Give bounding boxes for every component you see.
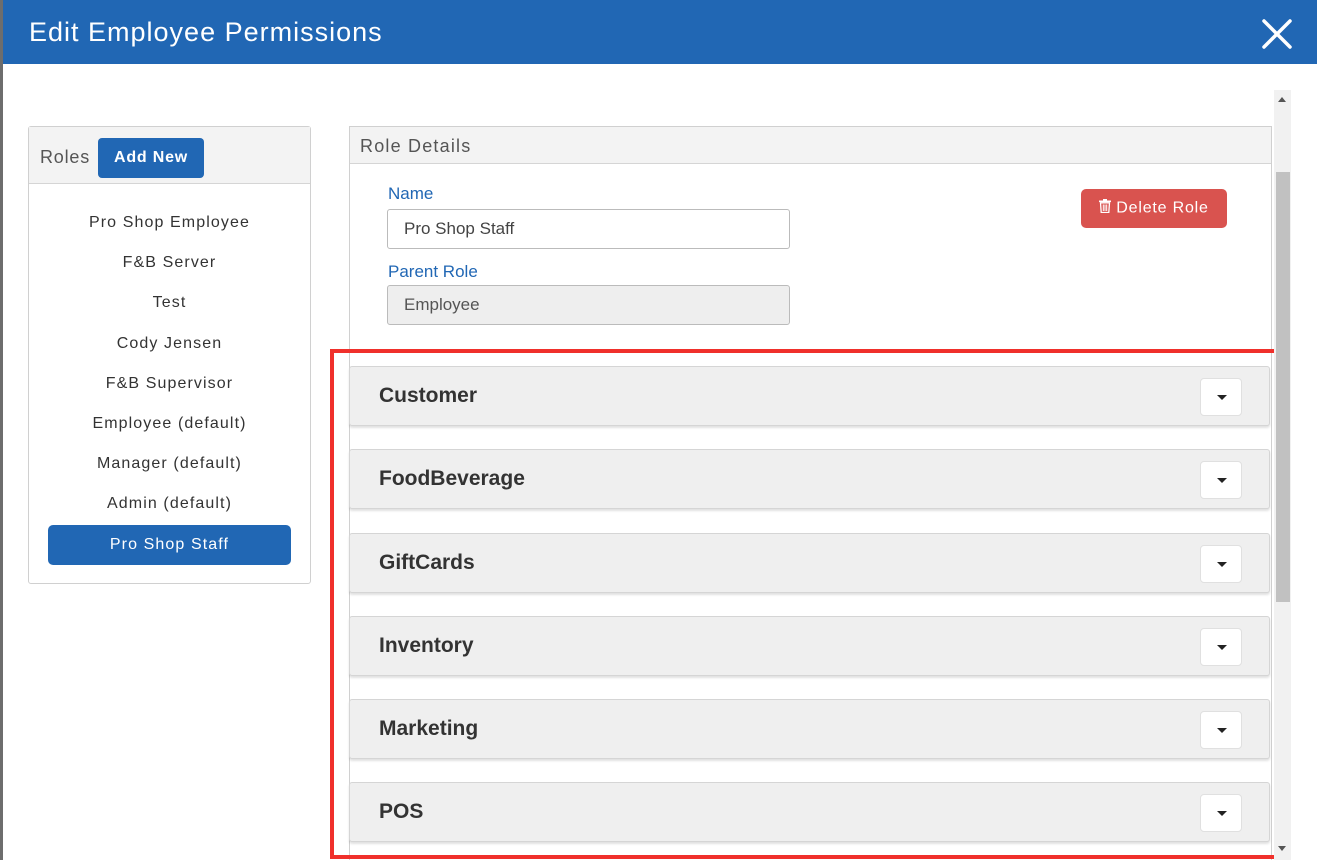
role-item-pro-shop-staff-selected[interactable]: Pro Shop Staff <box>48 524 291 565</box>
role-item-cody-jensen[interactable]: Cody Jensen <box>29 324 310 364</box>
caret-down-icon <box>1217 645 1227 650</box>
name-input[interactable]: Pro Shop Staff <box>387 209 790 249</box>
role-details-label: Role Details <box>360 136 472 156</box>
section-foodbeverage[interactable]: FoodBeverage <box>349 449 1270 509</box>
expand-button[interactable] <box>1200 545 1242 583</box>
caret-down-icon <box>1217 728 1227 733</box>
role-item-fb-supervisor[interactable]: F&B Supervisor <box>29 364 310 404</box>
scroll-up-arrow-icon[interactable] <box>1278 97 1286 102</box>
roles-panel: Roles Add New Pro Shop Employee F&B Serv… <box>28 126 311 584</box>
role-item-admin-default[interactable]: Admin (default) <box>29 484 310 524</box>
delete-role-label: Delete Role <box>1116 199 1209 217</box>
role-item-employee-default[interactable]: Employee (default) <box>29 404 310 444</box>
section-giftcards[interactable]: GiftCards <box>349 533 1270 593</box>
add-new-role-button[interactable]: Add New <box>98 138 204 178</box>
section-title: Marketing <box>379 717 479 740</box>
caret-down-icon <box>1217 395 1227 400</box>
section-title: Customer <box>379 384 478 407</box>
caret-down-icon <box>1217 478 1227 483</box>
roles-label: Roles <box>40 147 91 167</box>
expand-button[interactable] <box>1200 628 1242 666</box>
expand-button[interactable] <box>1200 378 1242 416</box>
section-inventory[interactable]: Inventory <box>349 616 1270 676</box>
section-title: GiftCards <box>379 551 475 574</box>
section-marketing[interactable]: Marketing <box>349 699 1270 759</box>
section-title: FoodBeverage <box>379 467 525 490</box>
role-item-test[interactable]: Test <box>29 283 310 323</box>
expand-button[interactable] <box>1200 794 1242 832</box>
caret-down-icon <box>1217 562 1227 567</box>
vertical-scrollbar[interactable] <box>1274 90 1291 860</box>
section-customer[interactable]: Customer <box>349 366 1270 426</box>
delete-role-button[interactable]: Delete Role <box>1081 189 1227 228</box>
role-list: Pro Shop Employee F&B Server Test Cody J… <box>29 203 310 565</box>
modal-title: Edit Employee Permissions <box>29 17 383 47</box>
modal-header: Edit Employee Permissions <box>3 0 1317 64</box>
section-pos[interactable]: POS <box>349 782 1270 842</box>
role-item-pro-shop-employee[interactable]: Pro Shop Employee <box>29 203 310 243</box>
role-details-header: Role Details <box>350 127 1271 164</box>
role-item-fb-server[interactable]: F&B Server <box>29 243 310 283</box>
caret-down-icon <box>1217 811 1227 816</box>
expand-button[interactable] <box>1200 461 1242 499</box>
parent-role-field: Employee <box>387 285 790 325</box>
section-title: Inventory <box>379 634 474 657</box>
roles-panel-header: Roles Add New <box>29 127 310 184</box>
scrollbar-thumb[interactable] <box>1276 172 1290 602</box>
close-icon <box>1262 19 1292 49</box>
section-title: POS <box>379 800 424 823</box>
trash-icon <box>1099 199 1112 218</box>
name-label: Name <box>388 184 434 203</box>
edit-permissions-modal: Edit Employee Permissions Roles Add New … <box>3 0 1317 860</box>
expand-button[interactable] <box>1200 711 1242 749</box>
close-button[interactable] <box>1257 14 1297 54</box>
role-item-manager-default[interactable]: Manager (default) <box>29 444 310 484</box>
scroll-down-arrow-icon[interactable] <box>1278 846 1286 851</box>
parent-role-label: Parent Role <box>388 262 478 281</box>
